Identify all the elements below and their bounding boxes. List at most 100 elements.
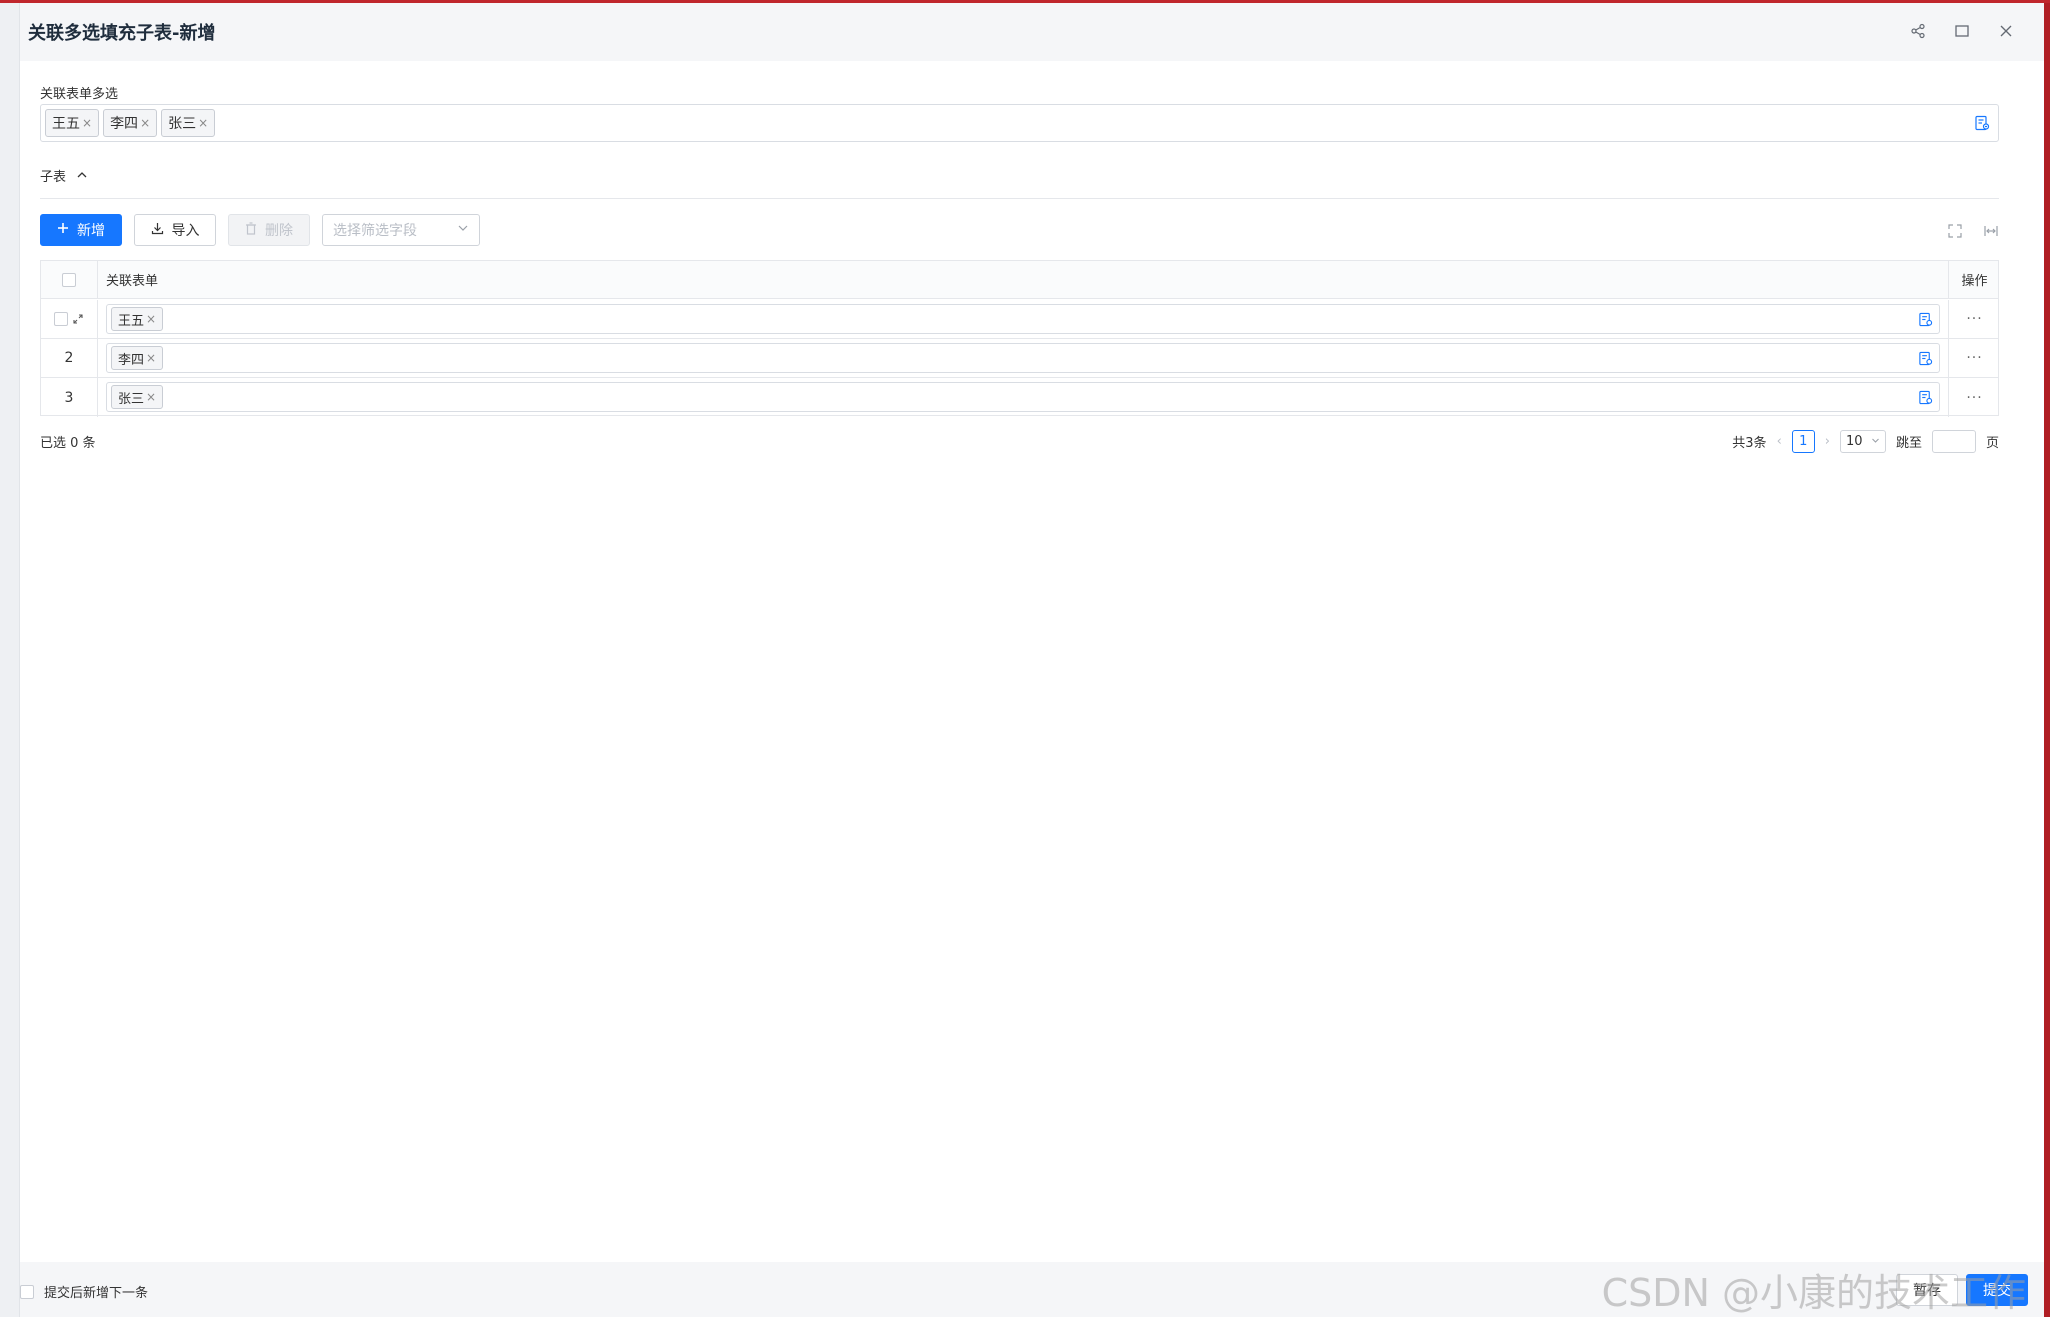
- page-size-select[interactable]: 10: [1839, 429, 1886, 453]
- page-suffix: 页: [1985, 435, 1999, 451]
- selected-tag: 王五 ×: [111, 307, 164, 331]
- subtable-grid: 关联表单 操作 王五 × ··· 2 李四 × ··· 3 张三 × ···: [40, 260, 1999, 417]
- download-icon: [151, 222, 164, 239]
- tag-label: 张三: [168, 116, 197, 132]
- table-row: 2 李四 × ···: [41, 339, 1998, 378]
- form-select-icon[interactable]: [1918, 312, 1933, 327]
- background-strip: [0, 3, 20, 1317]
- form-select-icon[interactable]: [1918, 390, 1933, 405]
- tag-label: 李四: [110, 116, 139, 132]
- table-row: 王五 × ···: [41, 300, 1998, 339]
- tag-remove-icon[interactable]: ×: [146, 312, 156, 326]
- more-actions-button[interactable]: ···: [1966, 311, 1982, 327]
- tag-remove-icon[interactable]: ×: [146, 351, 156, 365]
- continue-add-checkbox[interactable]: [20, 1284, 34, 1299]
- related-form-multi-select[interactable]: 王五 × 李四 × 张三 ×: [40, 104, 1999, 142]
- jump-label: 跳至: [1895, 435, 1922, 451]
- footer-actions: 暂存 提交: [1896, 1274, 2028, 1306]
- page-current[interactable]: 1: [1791, 429, 1815, 453]
- dialog-body: 关联表单多选 王五 × 李四 × 张三 × 子表 新增 导入 删除 选择筛选字段…: [20, 61, 2044, 1262]
- header-check-cell: [41, 261, 98, 298]
- submit-button[interactable]: 提交: [1966, 1274, 2028, 1306]
- table-row: 3 张三 × ···: [41, 378, 1998, 417]
- row-related-form-select[interactable]: 张三 ×: [106, 382, 1940, 412]
- maximize-icon[interactable]: [1952, 21, 1972, 41]
- row-actions-cell: ···: [1949, 339, 2000, 377]
- selected-tag: 张三 ×: [161, 109, 216, 137]
- table-footer: 已选 0 条 共3条 ‹ 1 › 10 跳至 页: [40, 429, 1999, 453]
- total-count: 共3条: [1732, 435, 1767, 451]
- continue-add-option[interactable]: 提交后新增下一条: [20, 1282, 148, 1301]
- table-header: 关联表单 操作: [41, 261, 1998, 299]
- add-row-button[interactable]: 新增: [40, 214, 122, 246]
- tag-remove-icon[interactable]: ×: [146, 390, 156, 404]
- dialog-header: 关联多选填充子表-新增: [20, 3, 2044, 61]
- plus-icon: [57, 222, 69, 238]
- row-index-cell: [41, 300, 98, 338]
- form-select-icon[interactable]: [1918, 351, 1933, 366]
- dialog-footer: 提交后新增下一条 暂存 提交: [20, 1262, 2044, 1317]
- related-form-cell: 李四 ×: [98, 339, 1949, 377]
- row-number: 3: [64, 389, 74, 406]
- delete-button[interactable]: 删除: [228, 214, 310, 246]
- add-row-label: 新增: [77, 223, 105, 239]
- form-select-icon[interactable]: [1974, 115, 1990, 131]
- trash-icon: [245, 221, 257, 239]
- row-related-form-select[interactable]: 王五 ×: [106, 304, 1940, 334]
- subtable-header[interactable]: 子表: [40, 166, 88, 185]
- chevron-down-icon: [1871, 434, 1880, 449]
- column-header-actions: 操作: [1961, 274, 1988, 289]
- subtable-title: 子表: [40, 170, 67, 185]
- import-label: 导入: [171, 223, 200, 239]
- jump-page-input[interactable]: [1931, 429, 1976, 453]
- tag-remove-icon[interactable]: ×: [198, 116, 208, 130]
- related-form-cell: 王五 ×: [98, 300, 1949, 338]
- selected-tag: 李四 ×: [103, 109, 158, 137]
- multi-select-label: 关联表单多选: [40, 87, 119, 102]
- row-actions-cell: ···: [1949, 300, 2000, 338]
- fit-width-icon[interactable]: [1983, 223, 1999, 239]
- row-checkbox[interactable]: [54, 312, 68, 326]
- prev-page-icon[interactable]: ‹: [1777, 434, 1782, 449]
- filter-field-select[interactable]: 选择筛选字段: [322, 214, 480, 246]
- row-actions-cell: ···: [1949, 378, 2000, 417]
- row-related-form-select[interactable]: 李四 ×: [106, 343, 1940, 373]
- row-number: 2: [64, 350, 74, 366]
- row-index-cell: 2: [41, 339, 98, 377]
- selected-count: 已选 0 条: [40, 435, 96, 451]
- filter-placeholder: 选择筛选字段: [333, 223, 417, 239]
- chevron-up-icon[interactable]: [76, 166, 88, 185]
- share-icon[interactable]: [1908, 21, 1928, 41]
- import-button[interactable]: 导入: [134, 214, 216, 246]
- tag-label: 张三: [118, 391, 145, 407]
- tag-label: 李四: [118, 352, 145, 368]
- delete-label: 删除: [265, 223, 293, 239]
- continue-add-label: 提交后新增下一条: [44, 1286, 149, 1301]
- divider: [40, 198, 1999, 199]
- more-actions-button[interactable]: ···: [1966, 350, 1982, 366]
- fullscreen-icon[interactable]: [1947, 223, 1963, 239]
- page-size-value: 10: [1845, 433, 1863, 449]
- selected-tag: 李四 ×: [111, 346, 164, 370]
- column-header-related-form: 关联表单: [98, 261, 1949, 298]
- subtable-toolbar: 新增 导入 删除 选择筛选字段: [40, 214, 480, 246]
- pagination: 共3条 ‹ 1 › 10 跳至 页: [1732, 429, 1999, 453]
- more-actions-button[interactable]: ···: [1966, 390, 1982, 406]
- related-form-cell: 张三 ×: [98, 378, 1949, 417]
- table-view-actions: [1947, 223, 1999, 239]
- chevron-down-icon: [457, 222, 469, 238]
- row-index-cell: 3: [41, 378, 98, 417]
- tag-label: 王五: [52, 116, 80, 132]
- window-right-border: [2044, 3, 2050, 1317]
- expand-row-icon[interactable]: [72, 310, 84, 329]
- save-draft-button[interactable]: 暂存: [1896, 1274, 1958, 1306]
- tag-label: 王五: [118, 313, 145, 329]
- next-page-icon[interactable]: ›: [1825, 434, 1830, 449]
- tag-remove-icon[interactable]: ×: [82, 116, 92, 130]
- dialog-title: 关联多选填充子表-新增: [28, 23, 216, 44]
- close-icon[interactable]: [1996, 21, 2016, 41]
- dialog: 关联多选填充子表-新增 关联表单多选 王五 × 李四 × 张三 × 子表 新增 …: [20, 3, 2044, 1317]
- select-all-checkbox[interactable]: [62, 272, 76, 287]
- selected-tag: 王五 ×: [45, 109, 100, 137]
- tag-remove-icon[interactable]: ×: [140, 116, 150, 130]
